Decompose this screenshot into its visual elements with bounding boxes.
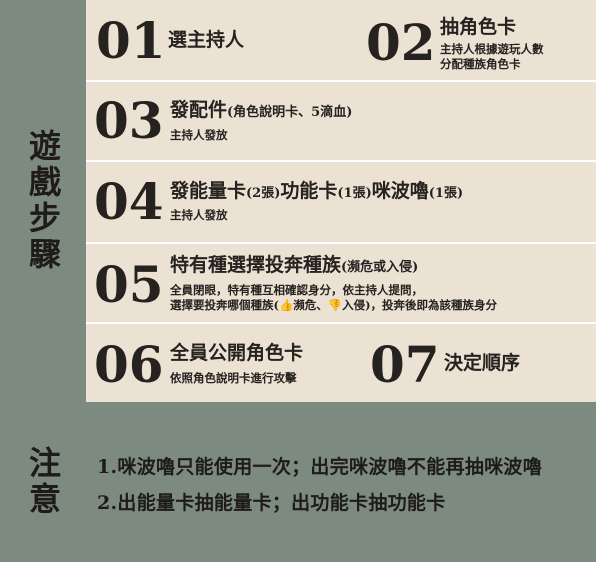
step-row-2: 03 發配件(角色說明卡、5滴血) 主持人發放 — [86, 82, 596, 162]
step-row-5: 06 全員公開角色卡 依照角色說明卡進行攻擊 07 決定順序 — [86, 324, 596, 402]
notes-section-label: 注意 — [0, 402, 86, 562]
step-desc: 主持人發放 — [170, 208, 228, 222]
step-desc: 主持人發放 — [170, 128, 228, 142]
step-desc: 主持人根據遊玩人數 — [440, 42, 544, 56]
step-desc: 分配種族角色卡 — [440, 57, 521, 71]
notes-label-text: 注意 — [24, 446, 62, 518]
step-row-1: 01 選主持人 02 抽角色卡 主持人根據遊玩人數 分配種族角色卡 — [86, 0, 596, 82]
step-number: 05 — [94, 255, 164, 314]
step-title: 抽角色卡 — [440, 16, 517, 38]
step-number: 02 — [366, 13, 436, 72]
step-title: 發配件(角色說明卡、5滴血) — [170, 99, 353, 121]
step-desc: 選擇要投奔哪個種族(👍瀕危、👎入侵)，投奔後即為該種族身分 — [170, 298, 498, 312]
note-item: 1.咪波嚕只能使用一次；出完咪波嚕不能再抽咪波嚕 — [97, 456, 543, 478]
step-number: 07 — [370, 335, 440, 394]
steps-section-label: 遊戲步驟 — [0, 0, 86, 402]
step-number: 03 — [94, 91, 164, 150]
steps-label-text: 遊戲步驟 — [24, 129, 62, 273]
note-item: 2.出能量卡抽能量卡；出功能卡抽功能卡 — [97, 492, 446, 514]
step-number: 06 — [94, 335, 164, 394]
step-row-4: 05 特有種選擇投奔種族(瀕危或入侵) 全員閉眼，特有種互相確認身分，依主持人提… — [86, 244, 596, 324]
step-desc: 依照角色說明卡進行攻擊 — [170, 371, 297, 385]
step-title: 特有種選擇投奔種族(瀕危或入侵) — [170, 254, 419, 276]
step-title: 全員公開角色卡 — [170, 342, 304, 364]
game-steps-card: 遊戲步驟 01 選主持人 02 抽角色卡 主持人根據遊玩人數 分配種族角色卡 0… — [0, 0, 596, 562]
steps-panel: 01 選主持人 02 抽角色卡 主持人根據遊玩人數 分配種族角色卡 03 發配件… — [86, 0, 596, 402]
step-desc: 全員閉眼，特有種互相確認身分，依主持人提問， — [170, 283, 423, 297]
step-title: 發能量卡(2張)功能卡(1張)咪波嚕(1張) — [170, 180, 464, 202]
step-title: 決定順序 — [444, 352, 521, 374]
step-number: 04 — [94, 172, 164, 231]
step-row-3: 04 發能量卡(2張)功能卡(1張)咪波嚕(1張) 主持人發放 — [86, 162, 596, 244]
notes-panel: 1.咪波嚕只能使用一次；出完咪波嚕不能再抽咪波嚕 2.出能量卡抽能量卡；出功能卡… — [86, 402, 596, 562]
step-number: 01 — [96, 11, 166, 70]
step-title: 選主持人 — [168, 29, 245, 51]
